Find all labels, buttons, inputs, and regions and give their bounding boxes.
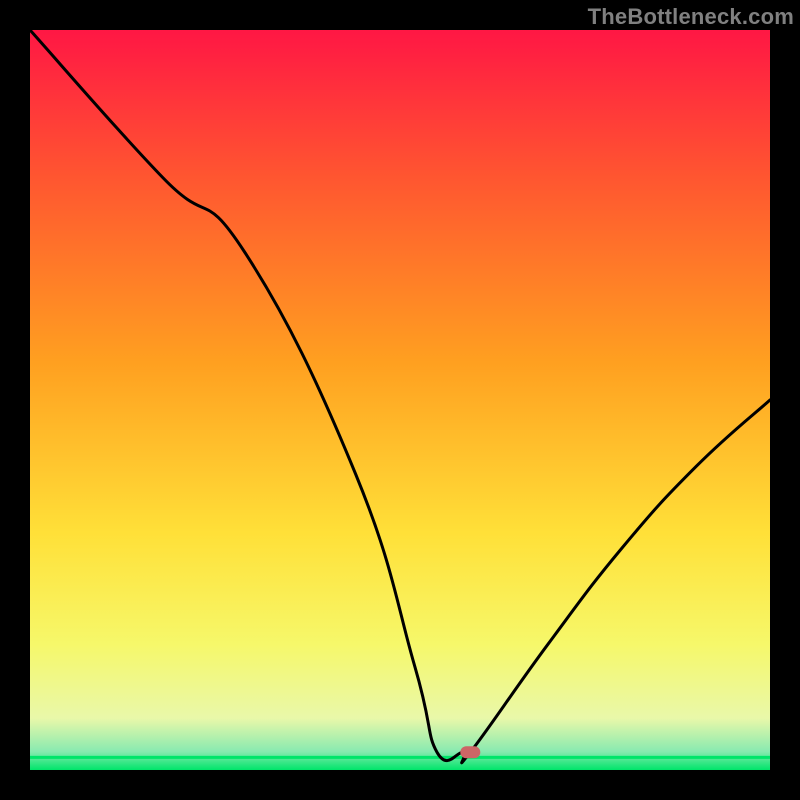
bottleneck-marker (460, 746, 480, 758)
gradient-rect (30, 30, 770, 770)
chart-frame: TheBottleneck.com (0, 0, 800, 800)
plot-area (30, 30, 770, 770)
watermark-text: TheBottleneck.com (588, 4, 794, 30)
chart-svg (30, 30, 770, 770)
